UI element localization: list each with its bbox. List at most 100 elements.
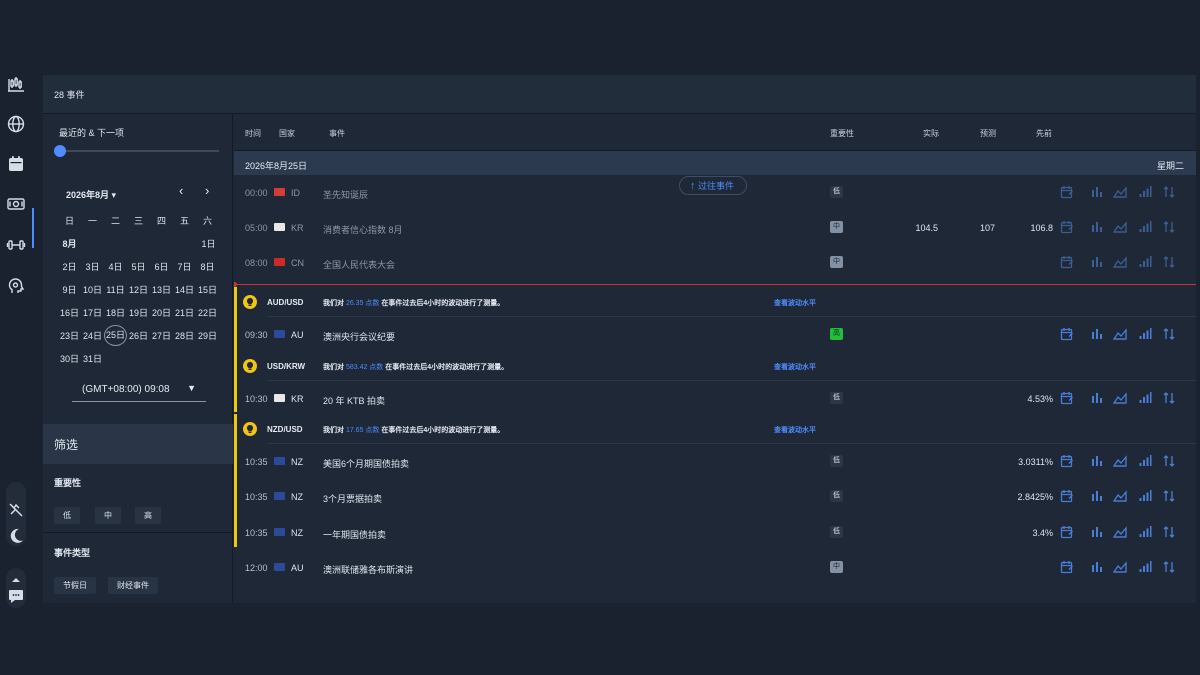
table-row[interactable]: 05:00 KR 消费者信心指数 8月 中 104.5 107 106.8 <box>234 210 1196 245</box>
calendar-day[interactable]: 18日 <box>104 306 127 319</box>
prev-month-icon[interactable]: ‹ <box>179 183 183 198</box>
area-chart-icon[interactable] <box>1112 185 1127 199</box>
money-icon[interactable] <box>6 194 26 214</box>
view-volatility-link[interactable]: 查看波动水平 <box>774 362 816 372</box>
calendar-day-selected[interactable]: 25日 <box>104 325 127 346</box>
calendar-day[interactable]: 10日 <box>81 283 104 296</box>
candlestick-chart-icon[interactable] <box>6 74 26 94</box>
sort-arrows-icon[interactable] <box>1162 489 1176 503</box>
calendar-day[interactable]: 23日 <box>58 329 81 342</box>
signal-bars-icon[interactable] <box>1138 560 1152 574</box>
area-chart-icon[interactable] <box>1112 255 1127 269</box>
table-row[interactable]: 10:35 NZ 3个月票据拍卖 低 2.8425% <box>234 479 1196 514</box>
bar-chart-icon[interactable] <box>1090 525 1104 539</box>
calendar-day[interactable]: 2日 <box>58 260 81 273</box>
bar-chart-icon[interactable] <box>1090 560 1104 574</box>
bar-chart-icon[interactable] <box>1090 454 1104 468</box>
bar-chart-icon[interactable] <box>1090 255 1104 269</box>
globe-icon[interactable] <box>6 114 26 134</box>
bar-chart-icon[interactable] <box>1090 220 1104 234</box>
moon-icon[interactable] <box>6 526 26 546</box>
timezone-select[interactable]: (GMT+08:00) 09:08 ▼ <box>72 380 206 402</box>
dumbbell-icon[interactable] <box>6 235 26 255</box>
calendar-day[interactable]: 21日 <box>173 306 196 319</box>
calendar-day[interactable]: 24日 <box>81 329 104 342</box>
sort-arrows-icon[interactable] <box>1162 560 1176 574</box>
area-chart-icon[interactable] <box>1112 220 1127 234</box>
month-selector[interactable]: 2026年8月 ▾ <box>66 188 116 201</box>
event-name[interactable]: 澳洲联储雅各布斯演讲 <box>323 563 413 576</box>
calendar-day[interactable]: 27日 <box>150 329 173 342</box>
view-volatility-link[interactable]: 查看波动水平 <box>774 298 816 308</box>
sort-arrows-icon[interactable] <box>1162 454 1176 468</box>
calendar-day[interactable]: 30日 <box>58 352 81 365</box>
table-row[interactable]: 12:00 AU 澳洲联储雅各布斯演讲 中 <box>234 550 1196 585</box>
sort-arrows-icon[interactable] <box>1162 185 1176 199</box>
area-chart-icon[interactable] <box>1112 327 1127 341</box>
add-calendar-icon[interactable] <box>1060 185 1074 199</box>
calendar-day[interactable]: 7日 <box>173 260 196 273</box>
signal-bars-icon[interactable] <box>1138 454 1152 468</box>
calendar-day[interactable]: 28日 <box>173 329 196 342</box>
bar-chart-icon[interactable] <box>1090 185 1104 199</box>
area-chart-icon[interactable] <box>1112 391 1127 405</box>
sort-arrows-icon[interactable] <box>1162 327 1176 341</box>
event-type-chip-economic[interactable]: 财经事件 <box>108 577 158 594</box>
calendar-day[interactable]: 26日 <box>127 329 150 342</box>
add-calendar-icon[interactable] <box>1060 454 1074 468</box>
calendar-day[interactable]: 29日 <box>196 329 219 342</box>
importance-chip-low[interactable]: 低 <box>54 507 80 524</box>
signal-bars-icon[interactable] <box>1138 327 1152 341</box>
signal-bars-icon[interactable] <box>1138 220 1152 234</box>
event-name[interactable]: 3个月票据拍卖 <box>323 492 382 505</box>
calendar-day[interactable]: 8日 <box>196 260 219 273</box>
calendar-day[interactable]: 19日 <box>127 306 150 319</box>
add-calendar-icon[interactable] <box>1060 327 1074 341</box>
add-calendar-icon[interactable] <box>1060 489 1074 503</box>
add-calendar-icon[interactable] <box>1060 560 1074 574</box>
sort-arrows-icon[interactable] <box>1162 220 1176 234</box>
table-row[interactable]: 09:30 AU 澳洲央行会议纪要 高 <box>234 317 1196 352</box>
area-chart-icon[interactable] <box>1112 454 1127 468</box>
past-events-button[interactable]: ↑ 过往事件 <box>679 176 748 195</box>
calendar-day[interactable]: 13日 <box>150 283 173 296</box>
table-row[interactable]: 10:30 KR 20 年 KTB 拍卖 低 4.53% <box>234 381 1196 416</box>
sort-arrows-icon[interactable] <box>1162 255 1176 269</box>
table-row[interactable]: 08:00 CN 全国人民代表大会 中 <box>234 245 1196 280</box>
event-type-chip-holiday[interactable]: 节假日 <box>54 577 96 594</box>
calendar-day[interactable]: 6日 <box>150 260 173 273</box>
event-name[interactable]: 圣先知诞辰 <box>323 188 368 201</box>
slider-knob[interactable] <box>54 145 66 157</box>
event-name[interactable]: 消费者信心指数 8月 <box>323 223 403 236</box>
calendar-icon[interactable] <box>6 154 26 174</box>
calendar-day[interactable]: 15日 <box>196 283 219 296</box>
calendar-day[interactable]: 16日 <box>58 306 81 319</box>
sort-arrows-icon[interactable] <box>1162 391 1176 405</box>
calendar-day[interactable]: 4日 <box>104 260 127 273</box>
importance-chip-high[interactable]: 高 <box>135 507 161 524</box>
calendar-day[interactable]: 17日 <box>81 306 104 319</box>
table-row[interactable]: 10:35 NZ 一年期国债拍卖 低 3.4% <box>234 515 1196 550</box>
add-calendar-icon[interactable] <box>1060 220 1074 234</box>
bar-chart-icon[interactable] <box>1090 489 1104 503</box>
calendar-day[interactable]: 1日 <box>197 237 220 250</box>
signal-bars-icon[interactable] <box>1138 255 1152 269</box>
no-sound-icon[interactable] <box>6 500 26 520</box>
event-name[interactable]: 全国人民代表大会 <box>323 258 395 271</box>
view-volatility-link[interactable]: 查看波动水平 <box>774 425 816 435</box>
add-calendar-icon[interactable] <box>1060 255 1074 269</box>
event-name[interactable]: 美国6个月期国债拍卖 <box>323 457 409 470</box>
calendar-day[interactable]: 22日 <box>196 306 219 319</box>
add-calendar-icon[interactable] <box>1060 525 1074 539</box>
calendar-day[interactable]: 9日 <box>58 283 81 296</box>
next-month-icon[interactable]: › <box>205 183 209 198</box>
area-chart-icon[interactable] <box>1112 489 1127 503</box>
calendar-day[interactable]: 3日 <box>81 260 104 273</box>
signal-bars-icon[interactable] <box>1138 525 1152 539</box>
importance-chip-mid[interactable]: 中 <box>95 507 121 524</box>
signal-bars-icon[interactable] <box>1138 391 1152 405</box>
event-name[interactable]: 一年期国债拍卖 <box>323 528 386 541</box>
event-name[interactable]: 澳洲央行会议纪要 <box>323 330 395 343</box>
sort-arrows-icon[interactable] <box>1162 525 1176 539</box>
slider-track[interactable] <box>61 150 219 152</box>
